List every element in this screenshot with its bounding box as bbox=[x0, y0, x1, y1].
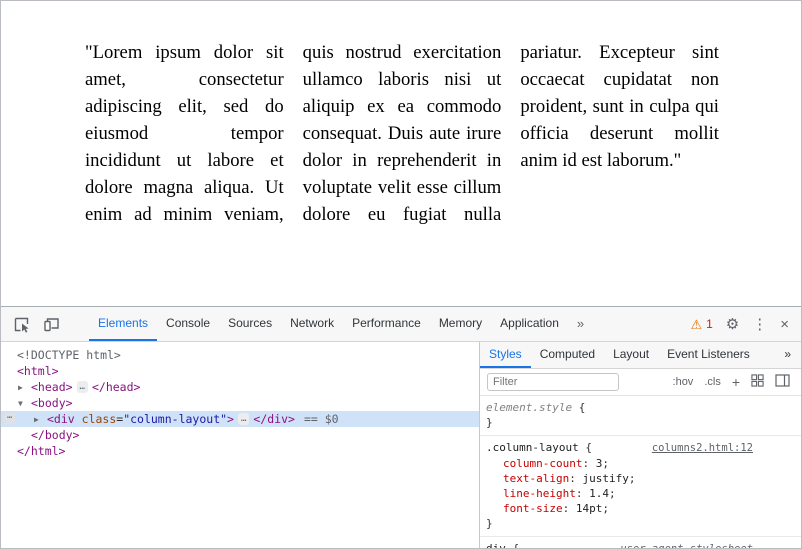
tab-sources[interactable]: Sources bbox=[219, 307, 281, 341]
dom-body-open[interactable]: ▼<body> bbox=[1, 395, 479, 411]
css-property-row[interactable]: text-align: justify; bbox=[486, 471, 795, 486]
toggle-element-state-button[interactable]: :hov bbox=[673, 376, 694, 388]
inspect-element-icon[interactable] bbox=[8, 311, 34, 337]
div-open-tag-end: > bbox=[227, 412, 234, 426]
more-tabs-icon[interactable]: » bbox=[568, 307, 593, 341]
dom-html-open[interactable]: <html> bbox=[1, 363, 479, 379]
expand-arrow-icon[interactable]: ▶ bbox=[34, 412, 47, 428]
style-rule-column-layout: .column-layout { columns2.html:12 column… bbox=[480, 436, 801, 537]
node-menu-icon[interactable]: ⋯ bbox=[4, 413, 15, 424]
tab-elements[interactable]: Elements bbox=[89, 307, 157, 341]
kebab-menu-icon[interactable]: ⋮ bbox=[752, 317, 767, 332]
layout-grid-icon[interactable] bbox=[751, 374, 764, 390]
css-property-name[interactable]: column-count bbox=[503, 457, 582, 470]
selected-node-marker: == $0 bbox=[304, 412, 339, 426]
elements-dom-tree: <!DOCTYPE html> <html> ▶<head>…</head> ▼… bbox=[1, 342, 479, 548]
browser-window: "Lorem ipsum dolor sit amet, consectetur… bbox=[0, 0, 802, 549]
tab-application[interactable]: Application bbox=[491, 307, 568, 341]
div-class-attr-value[interactable]: "column-layout" bbox=[123, 412, 227, 426]
dom-head[interactable]: ▶<head> … </head> bbox=[1, 379, 479, 395]
user-agent-stylesheet-label: user agent stylesheet bbox=[620, 542, 753, 548]
styles-tab-bar: Styles Computed Layout Event Listeners » bbox=[480, 342, 801, 369]
warning-icon: ⚠ bbox=[690, 318, 702, 331]
css-property-row[interactable]: font-size: 14pt; bbox=[486, 501, 795, 516]
dom-html-close[interactable]: </html> bbox=[1, 443, 479, 459]
head-close-tag: </head> bbox=[92, 380, 140, 394]
rule-selector[interactable]: div bbox=[486, 542, 506, 548]
tab-event-listeners[interactable]: Event Listeners bbox=[658, 342, 759, 368]
styles-filter-bar: :hov .cls + bbox=[480, 369, 801, 396]
head-open-tag: <head> bbox=[31, 380, 73, 394]
css-property-value[interactable]: justify bbox=[582, 472, 628, 485]
dom-doctype[interactable]: <!DOCTYPE html> bbox=[1, 347, 479, 363]
tab-memory[interactable]: Memory bbox=[430, 307, 491, 341]
close-devtools-icon[interactable]: × bbox=[780, 317, 789, 332]
css-property-value[interactable]: 14pt bbox=[576, 502, 603, 515]
css-property-value[interactable]: 1.4 bbox=[589, 487, 609, 500]
tab-computed[interactable]: Computed bbox=[531, 342, 604, 368]
collapsed-content-ellipsis[interactable]: … bbox=[238, 413, 249, 425]
element-classes-button[interactable]: .cls bbox=[704, 376, 721, 388]
html-close-tag: </html> bbox=[17, 444, 65, 458]
body-close-tag: </body> bbox=[31, 428, 79, 442]
toggle-sidebar-icon[interactable] bbox=[775, 374, 790, 390]
rule-selector[interactable]: element.style bbox=[486, 401, 572, 414]
style-rule-element-style: element.style { } bbox=[480, 396, 801, 436]
collapse-arrow-icon[interactable]: ▼ bbox=[18, 396, 31, 412]
devtools-panel: Elements Console Sources Network Perform… bbox=[1, 306, 801, 548]
tab-performance[interactable]: Performance bbox=[343, 307, 430, 341]
more-sidebar-tabs-icon[interactable]: » bbox=[774, 342, 801, 368]
rule-selector[interactable]: .column-layout bbox=[486, 441, 579, 454]
devtools-body: <!DOCTYPE html> <html> ▶<head>…</head> ▼… bbox=[1, 342, 801, 548]
settings-gear-icon[interactable]: ⚙ bbox=[726, 317, 739, 332]
css-property-name[interactable]: text-align bbox=[503, 472, 569, 485]
tab-network[interactable]: Network bbox=[281, 307, 343, 341]
styles-filter-input[interactable] bbox=[487, 373, 619, 391]
devtools-toolbar: Elements Console Sources Network Perform… bbox=[1, 307, 801, 342]
new-style-rule-button[interactable]: + bbox=[732, 374, 740, 390]
css-property-row[interactable]: column-count: 3; bbox=[486, 456, 795, 471]
warning-badge[interactable]: ⚠ 1 bbox=[690, 317, 712, 331]
expand-arrow-icon[interactable]: ▶ bbox=[18, 380, 31, 396]
dom-div-selected[interactable]: ⋯▶<div class="column-layout">…</div>== $… bbox=[1, 411, 479, 427]
column-layout-text: "Lorem ipsum dolor sit amet, consectetur… bbox=[85, 39, 719, 228]
styles-sidebar: Styles Computed Layout Event Listeners »… bbox=[479, 342, 801, 548]
css-property-row[interactable]: line-height: 1.4; bbox=[486, 486, 795, 501]
html-open-tag: <html> bbox=[17, 364, 59, 378]
styles-rule-list: element.style { } .column-layout { colum… bbox=[480, 396, 801, 548]
styles-filter-controls: :hov .cls + bbox=[673, 374, 794, 390]
stylesheet-source-link[interactable]: columns2.html:12 bbox=[652, 441, 753, 456]
device-toolbar-icon[interactable] bbox=[38, 311, 64, 337]
css-property-name[interactable]: line-height bbox=[503, 487, 576, 500]
div-close-tag: </div> bbox=[253, 412, 295, 426]
warning-count: 1 bbox=[706, 317, 713, 331]
webpage-viewport: "Lorem ipsum dolor sit amet, consectetur… bbox=[1, 1, 801, 306]
tab-layout[interactable]: Layout bbox=[604, 342, 658, 368]
css-property-name[interactable]: font-size bbox=[503, 502, 563, 515]
collapsed-content-ellipsis[interactable]: … bbox=[77, 381, 88, 393]
devtools-toolbar-right: ⚠ 1 ⚙ ⋮ × bbox=[690, 307, 801, 341]
dom-body-close[interactable]: </body> bbox=[1, 427, 479, 443]
devtools-toolbar-icons bbox=[1, 307, 77, 341]
div-open-tag: <div bbox=[47, 412, 82, 426]
devtools-tab-bar: Elements Console Sources Network Perform… bbox=[89, 307, 593, 341]
style-rule-div-ua: div { user agent stylesheet display: blo… bbox=[480, 537, 801, 548]
tab-console[interactable]: Console bbox=[157, 307, 219, 341]
body-open-tag: <body> bbox=[31, 396, 73, 410]
div-class-attr-name[interactable]: class bbox=[82, 412, 117, 426]
tab-styles[interactable]: Styles bbox=[480, 342, 531, 368]
